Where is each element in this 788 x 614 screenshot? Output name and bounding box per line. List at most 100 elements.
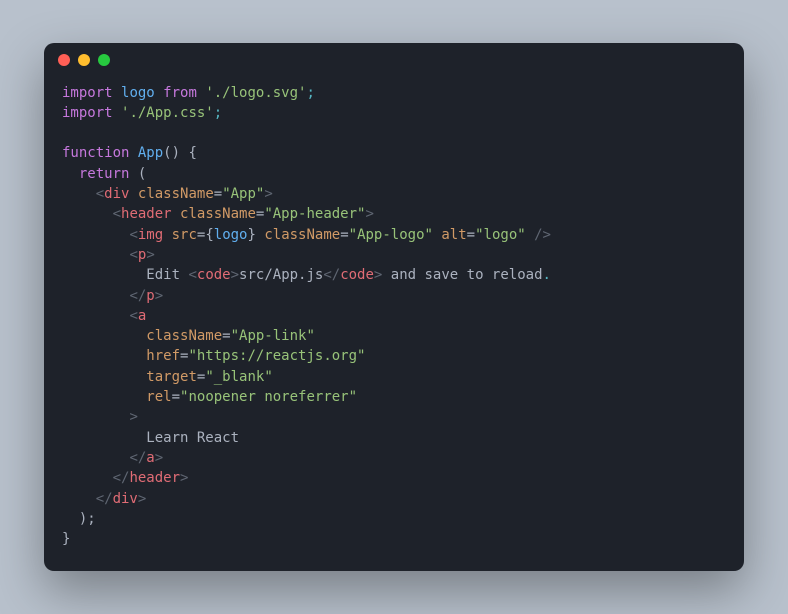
token-pun bbox=[62, 369, 146, 385]
zoom-icon[interactable] bbox=[98, 54, 110, 66]
token-attr: src bbox=[172, 227, 197, 243]
token-str: "App-link" bbox=[231, 328, 315, 344]
token-ang: > bbox=[180, 470, 188, 486]
token-str: "App" bbox=[222, 186, 264, 202]
token-txt: Learn React bbox=[146, 430, 239, 446]
token-pun bbox=[172, 206, 180, 222]
token-str: "App-logo" bbox=[349, 227, 433, 243]
token-pun bbox=[129, 186, 137, 202]
token-pun bbox=[62, 288, 129, 304]
token-pun bbox=[62, 308, 129, 324]
token-pun bbox=[62, 470, 113, 486]
token-tag: div bbox=[104, 186, 129, 202]
token-ang: < bbox=[129, 308, 137, 324]
token-pun bbox=[163, 227, 171, 243]
token-ang: </ bbox=[113, 470, 130, 486]
token-str: "https://reactjs.org" bbox=[188, 348, 365, 364]
token-tag: a bbox=[138, 308, 146, 324]
token-tag: img bbox=[138, 227, 163, 243]
token-ang: > bbox=[146, 247, 154, 263]
token-kw: import bbox=[62, 105, 113, 121]
token-tag: div bbox=[113, 491, 138, 507]
token-pun bbox=[62, 328, 146, 344]
token-txt: Edit bbox=[146, 267, 188, 283]
token-kw: function bbox=[62, 145, 129, 161]
token-pun bbox=[62, 348, 146, 364]
token-pun: = bbox=[340, 227, 348, 243]
token-pun bbox=[62, 389, 146, 405]
minimize-icon[interactable] bbox=[78, 54, 90, 66]
token-ang: > bbox=[231, 267, 239, 283]
token-pun bbox=[113, 105, 121, 121]
token-pun bbox=[62, 491, 96, 507]
token-str: "App-header" bbox=[264, 206, 365, 222]
token-pun: () { bbox=[163, 145, 197, 161]
token-attr: className bbox=[180, 206, 256, 222]
token-txt: and save to reload bbox=[382, 267, 542, 283]
token-sc: ; bbox=[214, 105, 222, 121]
token-pun: = bbox=[467, 227, 475, 243]
token-pun bbox=[155, 85, 163, 101]
token-pun bbox=[62, 267, 146, 283]
token-attr: className bbox=[264, 227, 340, 243]
window-titlebar bbox=[44, 43, 744, 77]
token-sc: ; bbox=[306, 85, 314, 101]
token-ang: < bbox=[96, 186, 104, 202]
token-sc: . bbox=[543, 267, 551, 283]
token-pun bbox=[62, 430, 146, 446]
token-str: "_blank" bbox=[205, 369, 272, 385]
token-ang: < bbox=[129, 247, 137, 263]
token-str: './logo.svg' bbox=[205, 85, 306, 101]
token-attr: className bbox=[146, 328, 222, 344]
token-pun bbox=[62, 166, 79, 182]
token-tag: header bbox=[121, 206, 172, 222]
token-ang: > bbox=[155, 450, 163, 466]
code-editor[interactable]: import logo from './logo.svg'; import '.… bbox=[44, 77, 744, 572]
token-attr: alt bbox=[441, 227, 466, 243]
token-str: "noopener noreferrer" bbox=[180, 389, 357, 405]
token-ang: /> bbox=[534, 227, 551, 243]
token-pun: = bbox=[222, 328, 230, 344]
token-fn: logo bbox=[121, 85, 155, 101]
token-pun: ); bbox=[62, 511, 96, 527]
token-attr: target bbox=[146, 369, 197, 385]
token-ang: < bbox=[113, 206, 121, 222]
token-pun bbox=[62, 450, 129, 466]
token-txt: src/App.js bbox=[239, 267, 323, 283]
token-ang: < bbox=[129, 227, 137, 243]
token-pun: = bbox=[172, 389, 180, 405]
token-str: './App.css' bbox=[121, 105, 214, 121]
close-icon[interactable] bbox=[58, 54, 70, 66]
token-pun bbox=[62, 227, 129, 243]
token-ang: </ bbox=[129, 288, 146, 304]
token-tag: header bbox=[129, 470, 180, 486]
token-kw: from bbox=[163, 85, 197, 101]
token-ang: </ bbox=[96, 491, 113, 507]
token-pun bbox=[526, 227, 534, 243]
token-attr: className bbox=[138, 186, 214, 202]
token-tag: code bbox=[197, 267, 231, 283]
token-ang: > bbox=[129, 409, 137, 425]
token-ang: </ bbox=[129, 450, 146, 466]
token-pun bbox=[129, 145, 137, 161]
token-kw: return bbox=[79, 166, 130, 182]
token-pun bbox=[62, 206, 113, 222]
token-pun bbox=[62, 409, 129, 425]
token-pun: = bbox=[214, 186, 222, 202]
token-attr: rel bbox=[146, 389, 171, 405]
token-ang: > bbox=[155, 288, 163, 304]
token-pun: } bbox=[247, 227, 264, 243]
token-pun: ={ bbox=[197, 227, 214, 243]
token-attr: href bbox=[146, 348, 180, 364]
token-ang: > bbox=[138, 491, 146, 507]
token-ang: > bbox=[365, 206, 373, 222]
token-fn: logo bbox=[214, 227, 248, 243]
token-pun: } bbox=[62, 531, 70, 547]
token-pun bbox=[62, 247, 129, 263]
token-tag: a bbox=[146, 450, 154, 466]
token-ang: < bbox=[188, 267, 196, 283]
token-kw: import bbox=[62, 85, 113, 101]
code-window: import logo from './logo.svg'; import '.… bbox=[44, 43, 744, 572]
token-pun bbox=[113, 85, 121, 101]
token-ang: > bbox=[264, 186, 272, 202]
